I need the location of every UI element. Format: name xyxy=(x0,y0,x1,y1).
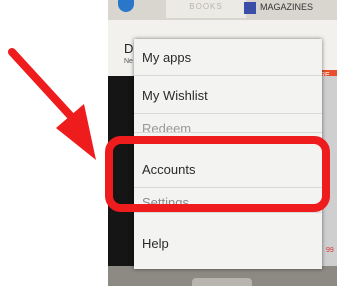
red-arrow-icon xyxy=(8,48,96,160)
